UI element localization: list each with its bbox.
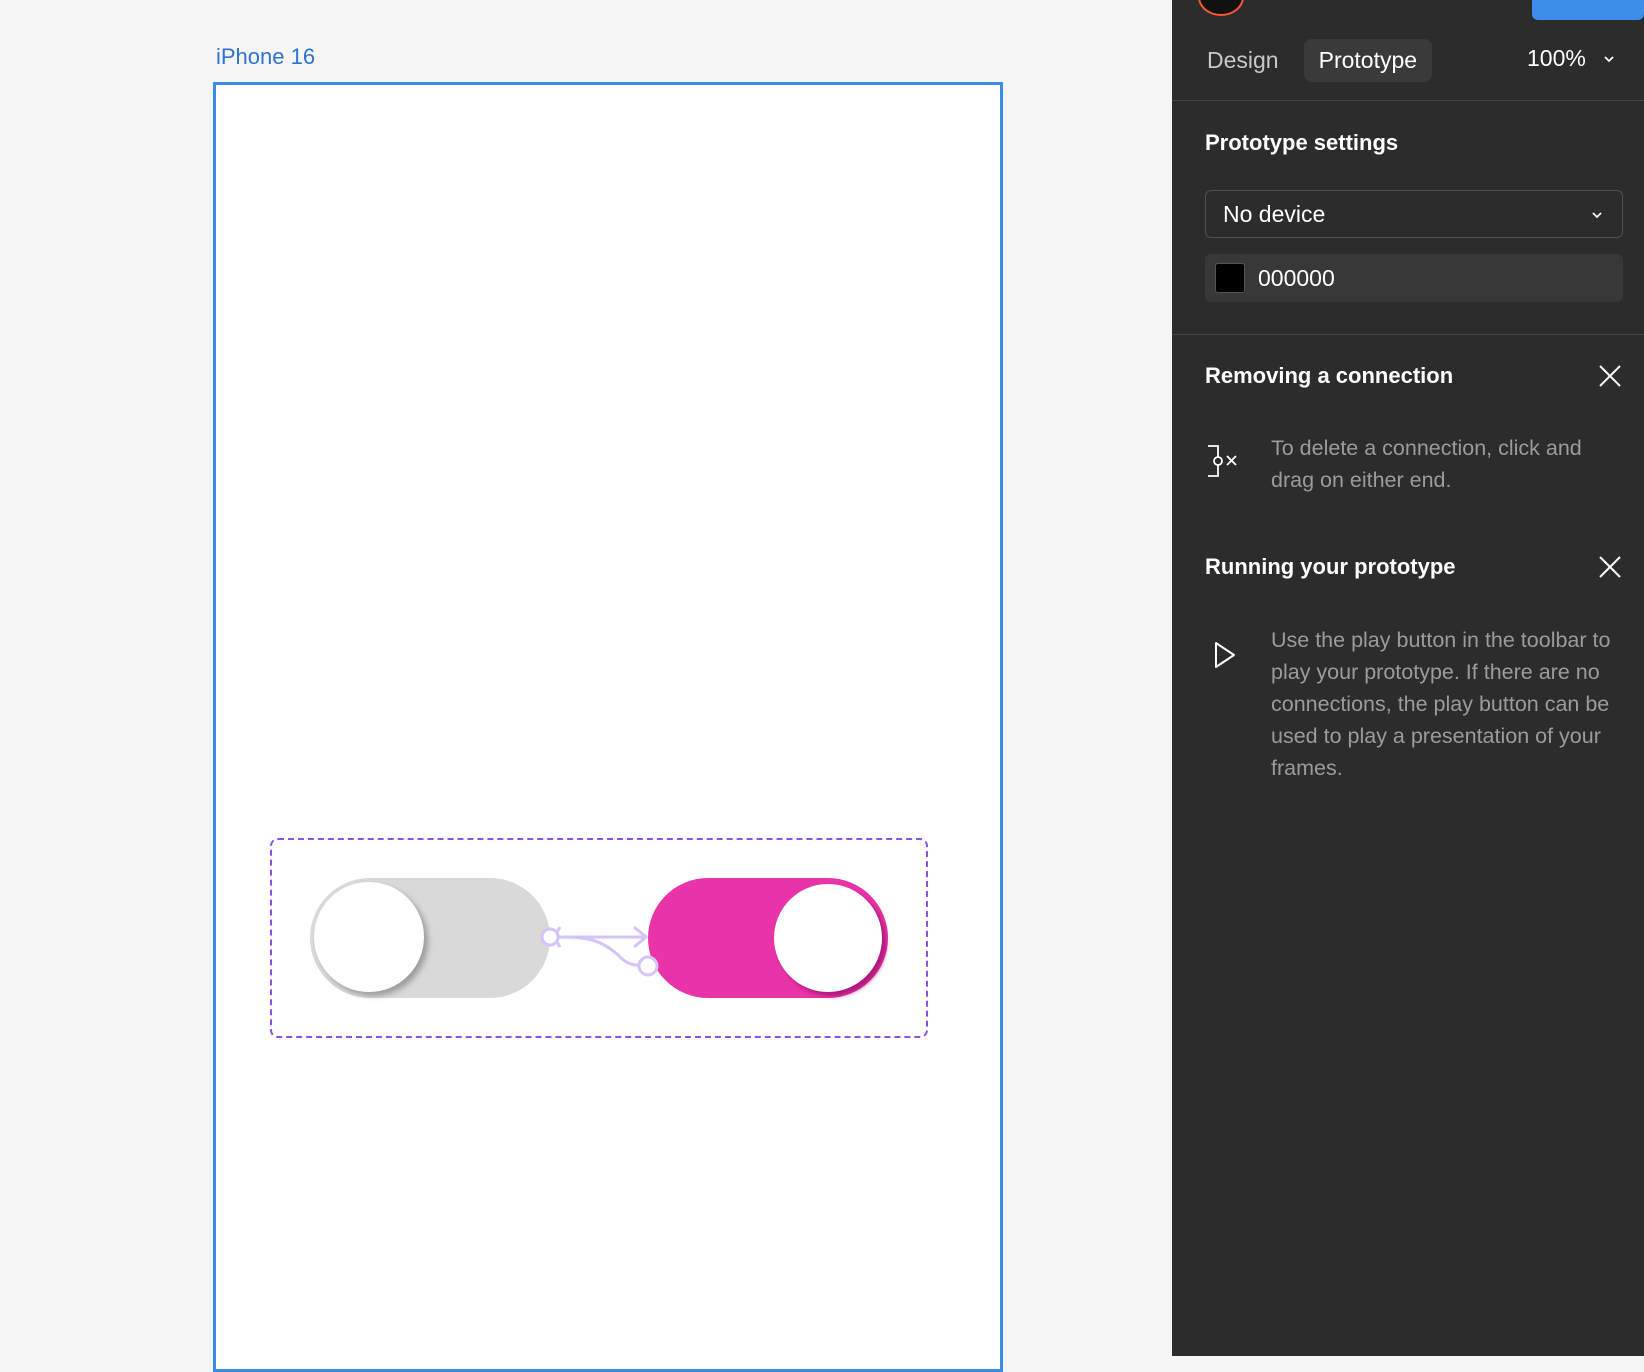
iphone-frame[interactable] xyxy=(213,82,1003,1372)
zoom-value: 100% xyxy=(1527,45,1586,71)
play-icon xyxy=(1215,642,1235,668)
tip-title-running-prototype: Running your prototype xyxy=(1205,554,1456,579)
color-swatch[interactable] xyxy=(1215,263,1245,293)
background-color-value[interactable]: 000000 xyxy=(1258,265,1335,292)
tab-design[interactable]: Design xyxy=(1192,39,1294,82)
canvas[interactable]: iPhone 16 xyxy=(0,0,1172,1372)
chevron-down-icon xyxy=(1604,55,1614,62)
close-icon[interactable] xyxy=(1597,554,1623,580)
panel-tabs: Design Prototype xyxy=(1192,37,1442,83)
connection-end-handle[interactable] xyxy=(637,955,659,977)
zoom-dropdown[interactable]: 100% xyxy=(1527,45,1616,72)
tip-text-running-prototype: Use the play button in the toolbar to pl… xyxy=(1271,628,1611,780)
user-avatar[interactable] xyxy=(1198,0,1244,16)
divider xyxy=(1172,334,1644,335)
toggle-on-knob xyxy=(774,884,882,992)
close-icon[interactable] xyxy=(1597,363,1623,389)
frame-label[interactable]: iPhone 16 xyxy=(216,44,315,70)
toggle-on[interactable] xyxy=(648,878,888,998)
properties-panel: Design Prototype 100% Prototype settings… xyxy=(1172,0,1644,1356)
background-color-field[interactable]: 000000 xyxy=(1205,254,1623,302)
share-button[interactable] xyxy=(1532,0,1644,20)
prototype-connection[interactable] xyxy=(538,910,668,977)
tip-title-removing-connection: Removing a connection xyxy=(1205,363,1454,388)
divider xyxy=(1172,100,1644,101)
prototype-settings-title: Prototype settings xyxy=(1205,130,1399,155)
tip-text-removing-connection: To delete a connection, click and drag o… xyxy=(1271,436,1582,492)
connection-start-handle[interactable] xyxy=(540,927,560,947)
device-select-value: No device xyxy=(1223,200,1326,227)
chevron-down-icon xyxy=(1592,212,1602,219)
toggle-off-knob xyxy=(314,882,424,992)
tab-prototype[interactable]: Prototype xyxy=(1303,38,1433,82)
connection-line-return xyxy=(549,935,643,967)
device-select[interactable]: No device xyxy=(1205,190,1623,238)
remove-connection-icon xyxy=(1208,445,1237,477)
toggle-off[interactable] xyxy=(310,878,550,998)
